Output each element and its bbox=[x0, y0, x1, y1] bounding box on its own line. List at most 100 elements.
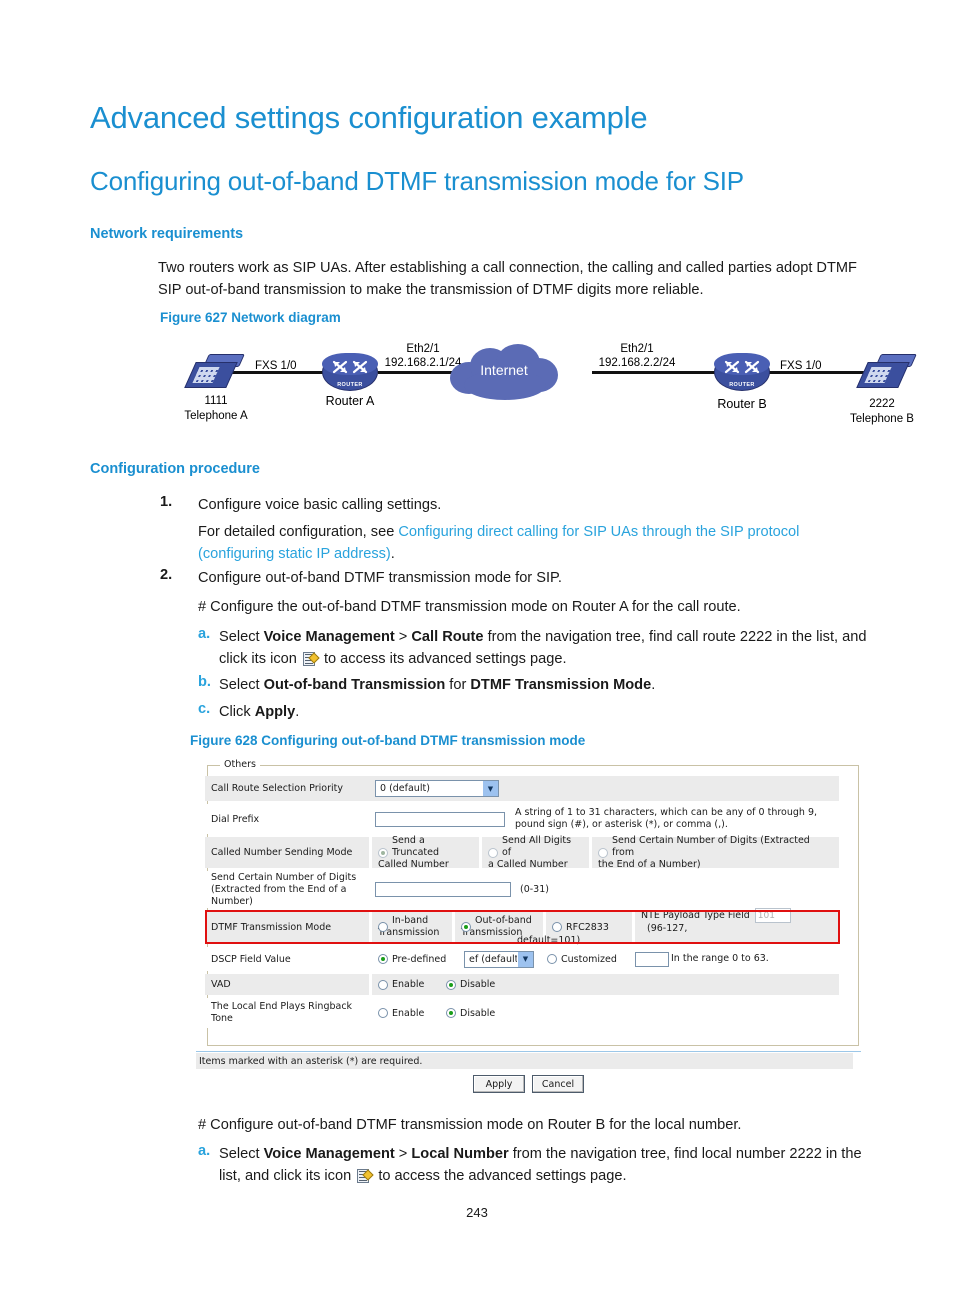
telephone-a-label: Telephone A bbox=[184, 410, 248, 422]
send-certain-digits-line2: the End of a Number) bbox=[598, 858, 701, 870]
row-send-certain-digits: Send Certain Number of Digits (Extracted… bbox=[205, 871, 839, 908]
radio-ringback-disable[interactable] bbox=[446, 1008, 456, 1018]
dscp-customized-input[interactable] bbox=[635, 951, 669, 967]
called-number-mode-option-all-digits[interactable]: Send All Digits of a Called Number bbox=[482, 835, 589, 870]
send-truncated-line1: Send a Truncated bbox=[392, 834, 439, 858]
telephone-a-number: 1111 bbox=[204, 395, 228, 407]
send-certain-digits-input[interactable] bbox=[375, 882, 511, 897]
out-of-band-line1: Out-of-band bbox=[475, 915, 532, 926]
intro-paragraph: Two routers work as SIP UAs. After estab… bbox=[158, 260, 857, 298]
call-route-priority-select[interactable]: 0 (default) ▼ bbox=[375, 780, 499, 797]
edit-document-icon-second bbox=[357, 1169, 374, 1183]
dtmf-mode-label: DTMF Transmission Mode bbox=[205, 911, 369, 943]
dscp-predefined-select[interactable]: ef (default) ▼ bbox=[464, 950, 534, 968]
substep-a-text: Select Voice Management > Call Route fro… bbox=[219, 626, 871, 670]
radio-rfc2833[interactable] bbox=[552, 922, 562, 932]
row-dscp-field-value: DSCP Field Value Pre-defined ef (default… bbox=[205, 947, 839, 971]
radio-dscp-customized[interactable] bbox=[547, 954, 557, 964]
internet-cloud-icon: Internet bbox=[450, 344, 558, 400]
router-a-badge: ROUTER bbox=[337, 382, 363, 388]
vad-option-disable[interactable]: Disable bbox=[440, 974, 839, 995]
send-all-digits-line2: a Called Number bbox=[488, 858, 568, 870]
eth-right-interface: Eth2/1 bbox=[620, 343, 654, 355]
substep-b-pre: Select bbox=[219, 677, 264, 693]
section-title: Configuring out-of-band DTMF transmissio… bbox=[90, 166, 744, 196]
ringback-option-disable[interactable]: Disable bbox=[440, 998, 839, 1028]
in-band-line1: In-band bbox=[392, 915, 429, 926]
row-ringback-tone: The Local End Plays Ringback Tone Enable… bbox=[205, 998, 839, 1028]
substep-c-pre: Click bbox=[219, 704, 255, 720]
dscp-option-customized[interactable]: Customized bbox=[541, 947, 629, 971]
ringback-enable-label: Enable bbox=[392, 1007, 425, 1019]
substep-a-pre: Select bbox=[219, 629, 264, 645]
ringback-disable-label: Disable bbox=[460, 1007, 496, 1019]
substep-b-text: Select Out-of-band Transmission for DTMF… bbox=[219, 674, 879, 696]
eth-right-address: 192.168.2.2/24 bbox=[598, 357, 676, 369]
chevron-down-icon: ▼ bbox=[482, 781, 498, 796]
radio-send-truncated[interactable] bbox=[378, 847, 388, 858]
radio-ringback-enable[interactable] bbox=[378, 1008, 388, 1018]
substep-b-bold-dtmf-mode: DTMF Transmission Mode bbox=[470, 677, 652, 693]
dtmf-option-in-band[interactable]: In-band Transmission bbox=[372, 911, 452, 943]
ringback-option-enable[interactable]: Enable bbox=[372, 998, 440, 1028]
step-1-detail-prefix: For detailed configuration, see bbox=[198, 524, 399, 540]
radio-send-all-digits[interactable] bbox=[488, 847, 498, 858]
called-number-mode-option-truncated[interactable]: Send a Truncated Called Number bbox=[372, 834, 479, 870]
step-1-text: Configure voice basic calling settings. bbox=[198, 497, 442, 513]
dial-prefix-label: Dial Prefix bbox=[205, 804, 369, 834]
substep-a2-bold-voice-management: Voice Management bbox=[263, 1146, 395, 1162]
step-2-text: Configure out-of-band DTMF transmission … bbox=[198, 570, 562, 586]
substep-a2-post: to access the advanced settings page. bbox=[374, 1168, 627, 1184]
dscp-customized-label: Customized bbox=[561, 953, 617, 965]
send-truncated-line2: Called Number bbox=[378, 858, 449, 870]
nte-hint-line1: (96-127, bbox=[647, 922, 688, 934]
row-dial-prefix: Dial Prefix A string of 1 to 31 characte… bbox=[205, 804, 839, 834]
fxs-left-label: FXS 1/0 bbox=[255, 360, 297, 372]
called-number-mode-option-certain-digits[interactable]: Send Certain Number of Digits (Extracted… bbox=[592, 834, 839, 870]
router-a-label: Router A bbox=[325, 394, 375, 408]
apply-button[interactable]: Apply bbox=[473, 1075, 525, 1093]
radio-vad-enable[interactable] bbox=[378, 979, 388, 990]
row-call-route-priority: Call Route Selection Priority 0 (default… bbox=[205, 776, 839, 801]
dial-prefix-input[interactable] bbox=[375, 811, 505, 827]
send-certain-digits-label-line3: Number) bbox=[211, 895, 253, 907]
dscp-option-predefined[interactable]: Pre-defined bbox=[372, 947, 458, 971]
step-number-2: 2. bbox=[160, 567, 173, 583]
cancel-button[interactable]: Cancel bbox=[532, 1075, 584, 1093]
figure-627-caption: Figure 627 Network diagram bbox=[160, 310, 341, 325]
substep-letter-c: c. bbox=[198, 701, 211, 717]
radio-in-band-transmission[interactable] bbox=[378, 922, 388, 932]
nte-payload-input[interactable]: 101 bbox=[754, 907, 791, 923]
vad-disable-label: Disable bbox=[460, 979, 496, 990]
dscp-predefined-value: ef (default) bbox=[469, 953, 517, 965]
ringback-tone-label-line1: The Local End Plays Ringback bbox=[211, 1001, 353, 1012]
others-legend: Others bbox=[220, 759, 260, 770]
page-number: 243 bbox=[466, 1205, 488, 1220]
form-status-bar: Items marked with an asterisk (*) are re… bbox=[196, 1053, 853, 1069]
row-called-number-sending-mode: Called Number Sending Mode Send a Trunca… bbox=[205, 834, 839, 870]
wire-internet-routerb bbox=[592, 371, 722, 374]
radio-dscp-predefined[interactable] bbox=[378, 954, 388, 964]
vad-option-enable[interactable]: Enable bbox=[372, 974, 440, 995]
network-diagram: 1111 Telephone A FXS 1/0 ROUTER Router A… bbox=[160, 330, 917, 440]
substep-c-post: . bbox=[295, 704, 300, 720]
substep-letter-a-second: a. bbox=[198, 1143, 211, 1159]
radio-vad-disable[interactable] bbox=[446, 979, 456, 990]
send-certain-digits-line1: Send Certain Number of Digits (Extracted… bbox=[612, 834, 810, 858]
radio-send-certain-digits[interactable] bbox=[598, 847, 608, 858]
send-certain-digits-label-line1: Send Certain Number of Digits bbox=[211, 871, 357, 883]
step-1-detail: For detailed configuration, see Configur… bbox=[198, 521, 858, 565]
nte-hint-line2: default=101) bbox=[517, 934, 581, 946]
substep-a2-mid1: > bbox=[394, 1146, 412, 1162]
called-number-mode-label: Called Number Sending Mode bbox=[205, 837, 369, 868]
substep-a-second-text: Select Voice Management > Local Number f… bbox=[219, 1143, 879, 1187]
telephone-a-icon bbox=[184, 352, 245, 390]
vad-enable-label: Enable bbox=[392, 979, 425, 990]
router-b-icon: ROUTER bbox=[714, 353, 770, 391]
substep-a-bold-voice-management: Voice Management bbox=[263, 629, 395, 645]
substep-b-post: . bbox=[651, 677, 656, 693]
substep-b-mid: for bbox=[445, 677, 471, 693]
radio-out-of-band-transmission[interactable] bbox=[461, 922, 471, 932]
document-page: Advanced settings configuration example … bbox=[0, 0, 954, 1296]
dial-prefix-hint-line2: pound sign (#), or asterisk (*), or comm… bbox=[515, 819, 728, 830]
